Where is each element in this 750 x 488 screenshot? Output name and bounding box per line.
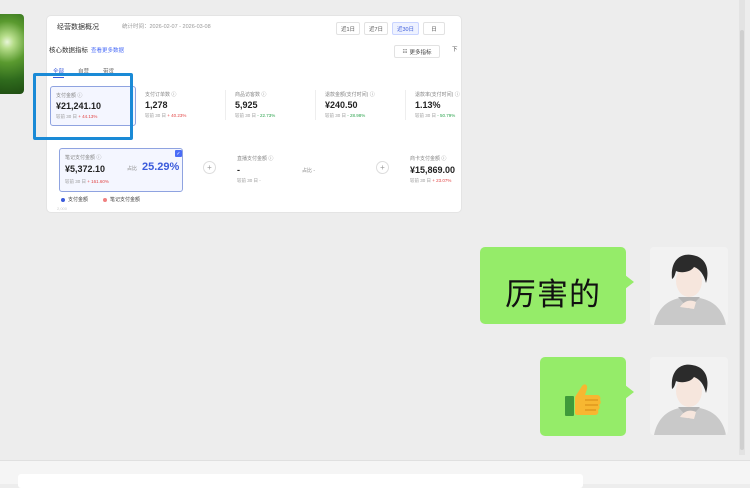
- grid-icon: ☷: [402, 48, 408, 55]
- metric-card: 退款金额(支付时间) ⓘ ¥240.50 较前 30 日 - 28.98%: [320, 86, 404, 124]
- live-pay-compare: 较前 30 日 -: [237, 178, 261, 183]
- metric-value: 1.13%: [415, 100, 441, 110]
- contact-avatar[interactable]: [0, 14, 24, 94]
- metric-card: 支付订单数 ⓘ 1,278 较前 30 日 + 40.23%: [140, 86, 224, 124]
- person-illustration-icon: [650, 357, 728, 435]
- period-1d: 近1日: [336, 22, 360, 35]
- thumbs-up-icon: [565, 384, 601, 416]
- metric-compare: 较前 30 日 - 50.79%: [415, 113, 456, 118]
- period-day: 日: [423, 22, 445, 35]
- note-pay-compare: 较前 30 日 + 161.60%: [65, 179, 109, 184]
- live-pay-label: 直播支付金额 ⓘ: [237, 156, 274, 162]
- message-text: 厉害的: [505, 277, 601, 313]
- legend-dot-icon: [61, 197, 65, 202]
- chat-bubble-text[interactable]: 厉害的: [480, 247, 634, 324]
- ratio-label: 占比: [127, 166, 138, 172]
- metric-label: 退款金额(支付时间) ⓘ: [325, 92, 375, 98]
- dashboard-title: 经营数据概况: [57, 24, 99, 31]
- more-metrics-label: 更多指标: [409, 49, 432, 56]
- metric-value: 5,925: [235, 100, 258, 110]
- plus-icon: +: [203, 161, 216, 174]
- divider: [225, 90, 226, 120]
- legend-item: 笔记支付金额: [103, 196, 140, 203]
- card-pay-label: 商卡支付金额 ⓘ: [410, 156, 447, 162]
- ratio-value: 25.29%: [142, 161, 180, 173]
- metric-compare: 较前 30 日 - 28.98%: [325, 113, 366, 118]
- core-metrics-title: 核心数据指标: [49, 47, 88, 54]
- card-pay-compare: 较前 30 日 + 23.07%: [410, 178, 452, 183]
- live-pay-value: -: [237, 165, 240, 175]
- metric-value: ¥240.50: [325, 100, 358, 110]
- highlight-box: [33, 73, 133, 140]
- note-pay-value: ¥5,372.10: [65, 164, 106, 174]
- message-input[interactable]: [18, 474, 583, 488]
- user-avatar[interactable]: [650, 247, 728, 325]
- metric-label: 商品访客数 ⓘ: [235, 92, 267, 98]
- divider: [315, 90, 316, 120]
- period-7d: 近7日: [364, 22, 388, 35]
- metric-compare: 较前 30 日 + 40.23%: [145, 113, 187, 118]
- stat-range: 统计时间：2026-02-07 - 2026-03-08: [122, 24, 211, 30]
- axis-tick: 2,000: [57, 206, 68, 211]
- metric-label: 支付订单数 ⓘ: [145, 92, 177, 98]
- legend-item: 支付金额: [61, 196, 88, 203]
- more-data-link: 查看更多数据: [91, 48, 125, 54]
- live-ratio-label: 占比 -: [302, 168, 316, 174]
- user-avatar[interactable]: [650, 357, 728, 435]
- metric-card: 商品访客数 ⓘ 5,925 较前 30 日 - 22.73%: [230, 86, 314, 124]
- period-30d: 近30日: [392, 22, 419, 35]
- card-pay-value: ¥15,869.00: [410, 165, 456, 175]
- metric-label: 退款率(支付时间) ⓘ: [415, 92, 460, 98]
- note-pay-label: 笔记支付金额 ⓘ: [65, 155, 102, 161]
- plus-icon: +: [376, 161, 389, 174]
- scrollbar-thumb[interactable]: [740, 30, 744, 450]
- metric-compare: 较前 30 日 - 22.73%: [235, 113, 276, 118]
- metric-card: 退款率(支付时间) ⓘ 1.13% 较前 30 日 - 50.79%: [410, 86, 461, 124]
- person-illustration-icon: [650, 247, 728, 325]
- download-button: 下: [452, 47, 458, 53]
- more-metrics-button: ☷ 更多指标: [394, 45, 440, 58]
- metric-value: 1,278: [145, 100, 168, 110]
- checkbox-icon: ✓: [175, 150, 182, 157]
- divider: [405, 90, 406, 120]
- legend-dot-icon: [103, 197, 107, 202]
